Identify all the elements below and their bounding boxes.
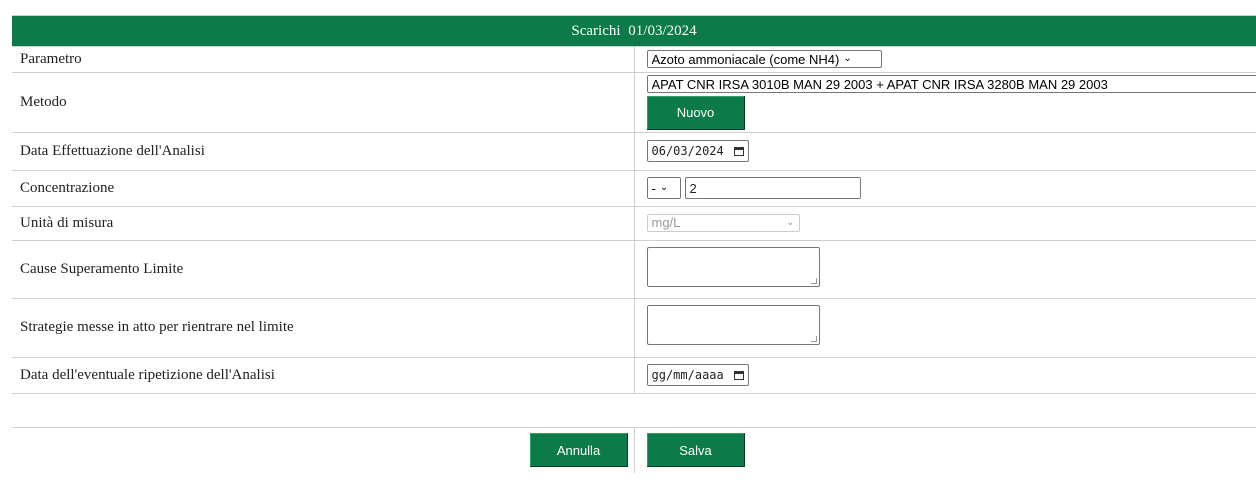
- row-concentrazione: Concentrazione - ⌄ 2: [12, 169, 1256, 206]
- calendar-icon[interactable]: [733, 370, 744, 380]
- unita-value: mg/L: [651, 215, 681, 231]
- concentrazione-input[interactable]: 2: [684, 177, 861, 199]
- metodo-label: Metodo: [12, 72, 635, 132]
- analysis-form: Scarichi 01/03/2024 Parametro Azoto ammo…: [12, 15, 1256, 473]
- cause-label: Cause Superamento Limite: [12, 239, 635, 298]
- header-date: 01/03/2024: [628, 22, 697, 39]
- data-ripetizione-label: Data dell'eventuale ripetizione dell'Ana…: [12, 356, 635, 393]
- spacer-cell: [12, 392, 634, 427]
- data-analisi-input[interactable]: 06/03/2024: [646, 140, 749, 162]
- concentrazione-label: Concentrazione: [12, 169, 635, 206]
- calendar-icon[interactable]: [733, 146, 744, 156]
- form-header: Scarichi 01/03/2024: [12, 15, 1256, 47]
- row-actions: Annulla Salva: [12, 426, 1256, 473]
- operator-value: -: [651, 180, 656, 196]
- chevron-down-icon: ⌄: [659, 182, 669, 193]
- row-spacer: [12, 392, 1256, 427]
- cause-textarea[interactable]: [646, 246, 820, 287]
- annulla-button[interactable]: Annulla: [529, 433, 628, 468]
- chevron-down-icon: ⌄: [786, 216, 795, 228]
- concentrazione-value: 2: [689, 180, 697, 196]
- row-strategie: Strategie messe in atto per rientrare ne…: [12, 297, 1256, 357]
- data-analisi-label: Data Effettuazione dell'Analisi: [12, 131, 635, 170]
- operator-select[interactable]: - ⌄: [646, 177, 681, 199]
- data-ripetizione-input[interactable]: gg/mm/aaaa: [646, 364, 749, 386]
- chevron-down-icon: ⌄: [843, 53, 852, 65]
- salva-button[interactable]: Salva: [646, 433, 745, 468]
- unita-label: Unità di misura: [12, 205, 635, 240]
- parametro-value: Azoto ammoniacale (come NH4): [651, 51, 840, 67]
- header-title: Scarichi: [571, 22, 621, 39]
- row-data-ripetizione: Data dell'eventuale ripetizione dell'Ana…: [12, 356, 1256, 393]
- strategie-textarea[interactable]: [646, 305, 820, 345]
- nuovo-button[interactable]: Nuovo: [646, 95, 745, 130]
- row-metodo: Metodo APAT CNR IRSA 3010B MAN 29 2003 +…: [12, 72, 1256, 132]
- row-data-analisi: Data Effettuazione dell'Analisi 06/03/20…: [12, 131, 1256, 170]
- strategie-label: Strategie messe in atto per rientrare ne…: [12, 297, 635, 357]
- parametro-select[interactable]: Azoto ammoniacale (come NH4) ⌄: [646, 50, 882, 69]
- data-analisi-value: 06/03/2024: [651, 144, 724, 158]
- row-parametro: Parametro Azoto ammoniacale (come NH4) ⌄: [12, 46, 1256, 73]
- row-unita: Unità di misura mg/L ⌄: [12, 205, 1256, 240]
- unita-select: mg/L ⌄: [646, 213, 800, 232]
- metodo-value: APAT CNR IRSA 3010B MAN 29 2003 + APAT C…: [651, 76, 1108, 92]
- row-cause: Cause Superamento Limite: [12, 239, 1256, 298]
- data-ripetizione-placeholder: gg/mm/aaaa: [651, 368, 724, 382]
- spacer-cell: [634, 392, 1256, 427]
- parametro-label: Parametro: [12, 46, 635, 73]
- cancel-cell: Annulla: [12, 426, 635, 473]
- metodo-select[interactable]: APAT CNR IRSA 3010B MAN 29 2003 + APAT C…: [646, 75, 1256, 93]
